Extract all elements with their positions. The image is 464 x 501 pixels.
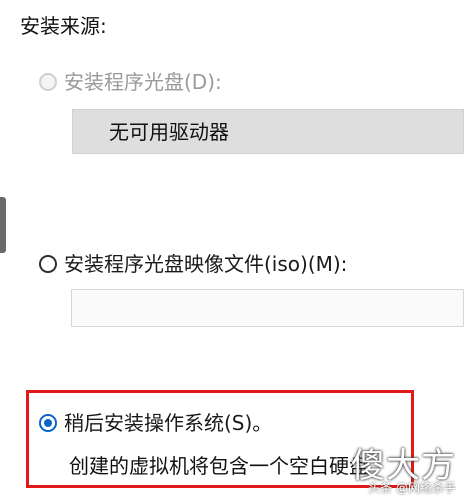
drive-select-value: 无可用驱动器 xyxy=(109,120,229,144)
radio-button-later[interactable] xyxy=(39,414,57,432)
option-description: 创建的虚拟机将包含一个空白硬盘 xyxy=(69,454,369,478)
option-label-disc: 安装程序光盘(D): xyxy=(64,70,222,94)
scroll-handle[interactable] xyxy=(0,197,6,253)
iso-path-input[interactable] xyxy=(71,289,464,327)
radio-option-disc[interactable]: 安装程序光盘(D): xyxy=(39,70,222,94)
radio-option-later[interactable]: 稍后安装操作系统(S)。 xyxy=(39,411,272,435)
option-label-iso: 安装程序光盘映像文件(iso)(M): xyxy=(64,252,348,276)
radio-button-disc[interactable] xyxy=(39,73,57,91)
radio-option-iso[interactable]: 安装程序光盘映像文件(iso)(M): xyxy=(39,252,347,276)
radio-button-iso[interactable] xyxy=(39,255,57,273)
watermark-logo: 傻大方 xyxy=(351,446,456,486)
option-label-later: 稍后安装操作系统(S)。 xyxy=(64,411,273,435)
watermark: 傻大方 头条 @网络杀手 xyxy=(351,449,456,495)
section-title: 安装来源: xyxy=(20,14,107,38)
drive-select[interactable]: 无可用驱动器 xyxy=(72,109,464,154)
